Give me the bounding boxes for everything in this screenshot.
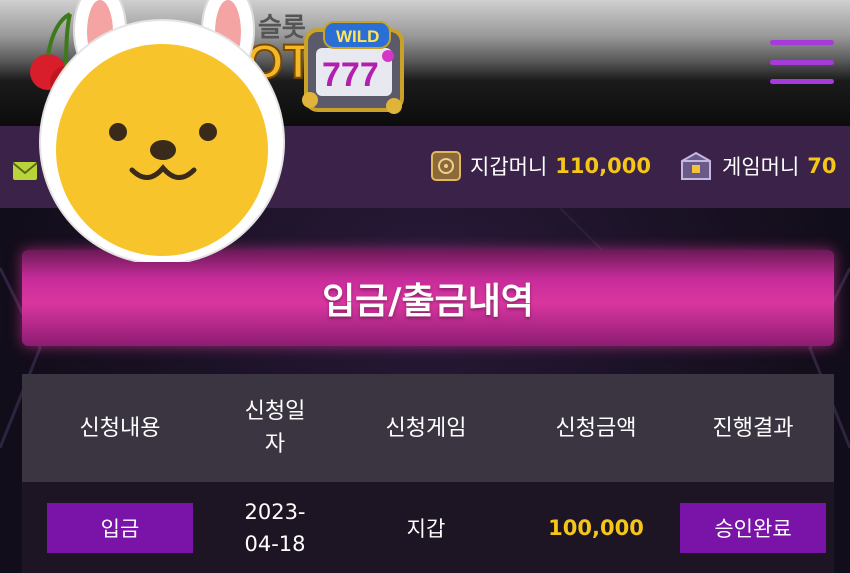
row-date-cell: 2023- 04-18 — [218, 496, 332, 560]
menu-line — [770, 40, 834, 45]
wallet-label: 지갑머니 — [470, 155, 548, 179]
svg-text:777: 777 — [322, 56, 379, 94]
menu-line — [770, 79, 834, 84]
bunny-mascot-icon — [39, 0, 285, 262]
wallet-money: 지갑머니 110,000 — [430, 148, 651, 184]
game-money: 게임머니 70 — [678, 148, 837, 184]
column-header-type: 신청내용 — [79, 415, 161, 441]
treasure-chest-icon — [681, 151, 711, 180]
hamburger-menu-button[interactable] — [770, 40, 834, 84]
column-header-game: 신청게임 — [385, 415, 467, 441]
column-header-amount: 신청금액 — [555, 415, 637, 441]
wallet-amount: 110,000 — [555, 154, 651, 178]
svg-text:WILD: WILD — [336, 27, 379, 46]
history-table-header: 신청내용 신청일자 신청게임 신청금액 진행결과 — [22, 374, 834, 482]
deposit-badge: 입금 — [47, 502, 193, 553]
column-header-date: 신청일자 — [218, 374, 332, 482]
row-date-line2: 04-18 — [244, 531, 306, 556]
row-type-cell: 입금 — [22, 502, 218, 553]
row-status-cell: 승인완료 — [672, 502, 834, 553]
menu-line — [770, 59, 834, 65]
page-title: 입금/출금내역 — [22, 250, 834, 346]
column-header-status: 진행결과 — [712, 415, 794, 441]
row-game-cell: 지갑 — [406, 516, 446, 541]
status-badge: 승인완료 — [680, 502, 826, 553]
table-row: 입금 2023- 04-18 지갑 100,000 승인완료 — [22, 482, 834, 573]
safe-icon — [431, 151, 461, 181]
game-money-label: 게임머니 — [722, 155, 800, 179]
column-header-date-text: 신청일자 — [244, 399, 306, 457]
row-amount-cell: 100,000 — [548, 515, 644, 540]
row-date-line1: 2023- — [244, 499, 306, 524]
game-money-amount: 70 — [807, 154, 837, 178]
